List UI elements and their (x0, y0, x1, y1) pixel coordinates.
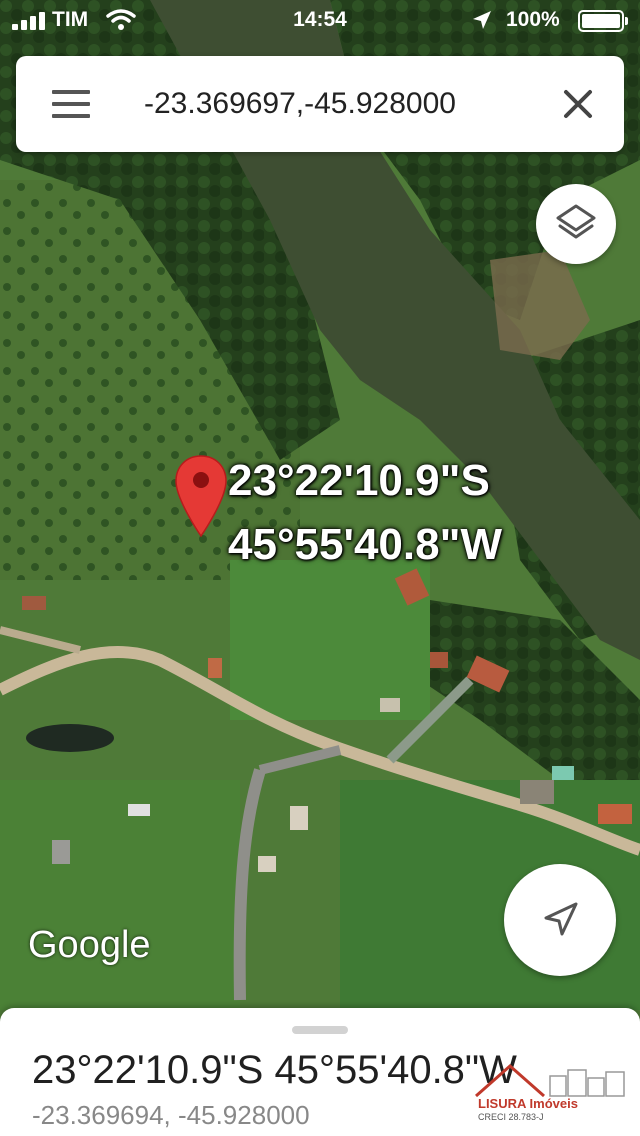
hamburger-menu-icon[interactable] (52, 90, 92, 118)
layers-button[interactable] (536, 184, 616, 264)
drag-handle[interactable] (292, 1026, 348, 1034)
status-bar: TIM 14:54 100% (0, 0, 640, 40)
location-services-icon (473, 11, 491, 29)
watermark-brand: LISURA Imóveis (478, 1096, 578, 1111)
place-coordinates: -23.369694, -45.928000 (32, 1100, 310, 1130)
battery-icon (578, 10, 628, 32)
pin-latitude-label: 23°22'10.9"S (228, 456, 490, 505)
real-estate-watermark: LISURA Imóveis CRECI 28.783-J (470, 1052, 632, 1132)
google-logo: Google (28, 924, 151, 966)
house-logo-icon (475, 1063, 625, 1098)
search-input[interactable] (144, 78, 510, 130)
search-bar (16, 56, 624, 152)
place-title: 23°22'10.9"S 45°55'40.8"W (32, 1048, 517, 1092)
layers-icon (556, 204, 596, 239)
my-location-button[interactable] (504, 864, 616, 976)
location-pin-icon[interactable] (174, 454, 228, 538)
navigation-arrow-icon (544, 902, 578, 936)
battery-percent: 100% (506, 8, 560, 31)
close-icon[interactable] (556, 82, 600, 126)
pin-longitude-label: 45°55'40.8"W (228, 520, 502, 569)
watermark-creci: CRECI 28.783-J (478, 1112, 544, 1122)
